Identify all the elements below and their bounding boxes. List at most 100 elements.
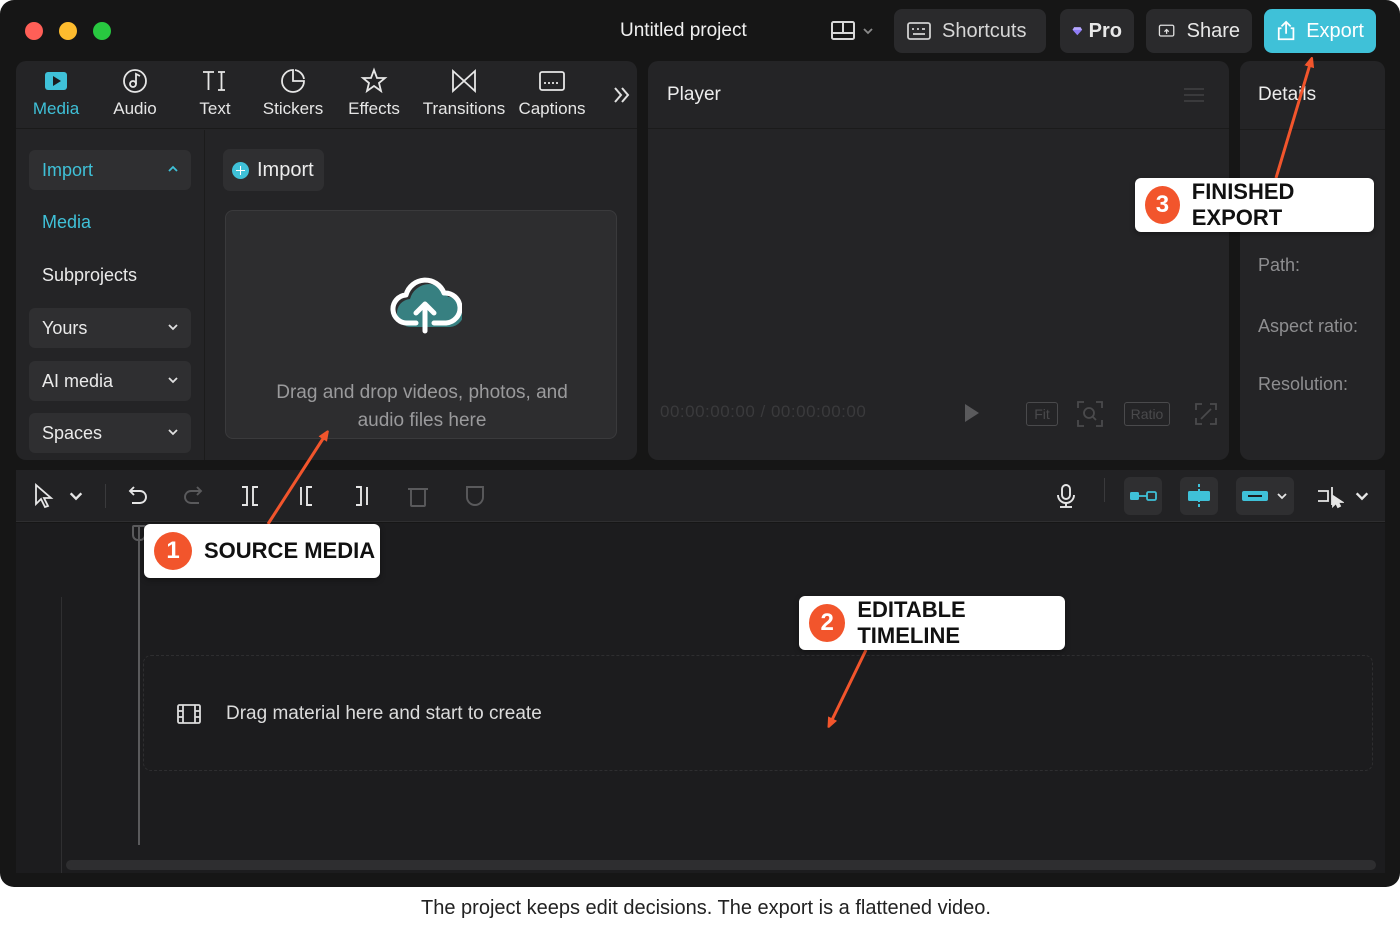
chevron-down-icon: [168, 324, 178, 331]
linkage-button[interactable]: [1236, 477, 1294, 515]
main-track-dropzone[interactable]: Drag material here and start to create: [143, 655, 1373, 771]
ratio-button[interactable]: Ratio: [1124, 402, 1170, 426]
fullscreen-icon[interactable]: [1194, 402, 1218, 426]
plus-circle-icon: [232, 161, 249, 179]
player-title: Player: [667, 84, 721, 105]
sidebar-item-label: Spaces: [42, 422, 103, 443]
sidebar-item-spaces[interactable]: Spaces: [29, 413, 191, 453]
trim-right-icon[interactable]: [348, 482, 376, 510]
cursor-icon[interactable]: [30, 482, 58, 510]
tab-effects[interactable]: Effects: [344, 67, 404, 127]
player-header: Player: [648, 61, 1229, 129]
delete-icon[interactable]: [404, 482, 432, 510]
app-window: Untitled project Shortcuts Pro Share Exp…: [0, 0, 1400, 887]
tab-captions-label: Captions: [518, 99, 586, 118]
shortcuts-button[interactable]: Shortcuts: [894, 9, 1046, 53]
details-resolution-label: Resolution:: [1258, 374, 1349, 394]
tab-media-label: Media: [32, 99, 80, 118]
zoom-frame-icon[interactable]: [1076, 400, 1104, 428]
layout-icon: [831, 21, 855, 40]
microphone-icon[interactable]: [1052, 482, 1080, 510]
undo-icon[interactable]: [123, 482, 151, 510]
sidebar-item-import[interactable]: Import: [29, 150, 191, 190]
media-dropzone[interactable]: Drag and drop videos, photos, and audio …: [225, 210, 617, 439]
tab-stickers[interactable]: Stickers: [260, 67, 326, 127]
timeline-scrollbar[interactable]: [66, 860, 1376, 870]
share-button[interactable]: Share: [1146, 9, 1252, 53]
title-bar: Untitled project Shortcuts Pro Share Exp…: [0, 0, 1400, 62]
callout-number: 2: [809, 604, 846, 642]
tab-effects-label: Effects: [348, 99, 400, 118]
tab-transitions[interactable]: Transitions: [418, 67, 510, 127]
main-track-magnet-button[interactable]: [1124, 477, 1162, 515]
chevron-down-icon[interactable]: [1354, 488, 1370, 504]
stickers-icon: [281, 69, 305, 93]
chevron-down-icon: [863, 28, 873, 35]
preview-axis-icon[interactable]: [1316, 482, 1344, 510]
minimize-window-button[interactable]: [59, 22, 77, 40]
layout-menu-button[interactable]: [830, 16, 884, 46]
redo-icon[interactable]: [180, 482, 208, 510]
divider: [1104, 478, 1105, 502]
keyboard-icon: [907, 22, 931, 40]
player-timecode: 00:00:00:00 / 00:00:00:00: [660, 402, 867, 421]
captions-icon: [539, 71, 565, 91]
tab-audio[interactable]: Audio: [110, 67, 160, 127]
maximize-window-button[interactable]: [93, 22, 111, 40]
chevron-down-icon: [168, 377, 178, 384]
tab-stickers-label: Stickers: [262, 99, 324, 118]
callout-editable-timeline: 2 EDITABLE TIMELINE: [799, 596, 1065, 650]
media-panel: Media Audio Text Stickers Effects Transi…: [16, 61, 637, 460]
tab-audio-label: Audio: [113, 99, 157, 118]
chevron-down-icon[interactable]: [68, 488, 84, 504]
tab-text[interactable]: Text: [190, 67, 240, 127]
figure-caption: The project keeps edit decisions. The ex…: [421, 897, 991, 919]
details-aspect-label: Aspect ratio:: [1258, 316, 1359, 336]
callout-number: 3: [1145, 186, 1180, 224]
split-icon[interactable]: [236, 482, 264, 510]
close-window-button[interactable]: [25, 22, 43, 40]
tab-captions[interactable]: Captions: [516, 67, 588, 127]
import-button[interactable]: Import: [223, 149, 324, 191]
export-button[interactable]: Export: [1264, 9, 1376, 53]
tool-tabs: Media Audio Text Stickers Effects Transi…: [16, 61, 637, 129]
sidebar-item-label: AI media: [42, 370, 114, 391]
callout-number: 1: [154, 532, 192, 570]
play-icon[interactable]: [962, 401, 982, 425]
upload-icon: [1277, 20, 1295, 41]
share-screen-icon: [1158, 24, 1175, 37]
sidebar-item-subprojects[interactable]: Subprojects: [29, 255, 191, 295]
trim-left-icon[interactable]: [292, 482, 320, 510]
details-title: Details: [1258, 84, 1317, 105]
player-panel: Player 00:00:00:00 / 00:00:00:00 Fit Rat…: [648, 61, 1229, 460]
sidebar-item-ai-media[interactable]: AI media: [29, 361, 191, 401]
shortcuts-label: Shortcuts: [942, 19, 1027, 42]
pro-label: Pro: [1088, 19, 1122, 42]
tab-media[interactable]: Media: [31, 67, 81, 127]
magnet-link-icon: [1130, 491, 1157, 501]
more-tabs-icon[interactable]: [610, 83, 634, 107]
sidebar-item-label: Yours: [42, 317, 88, 338]
audio-icon: [123, 69, 147, 93]
diamond-icon: [1072, 27, 1083, 36]
divider: [105, 484, 106, 508]
shield-icon[interactable]: [461, 482, 489, 510]
timeline-empty-text: Drag material here and start to create: [226, 703, 542, 724]
import-button-label: Import: [257, 158, 314, 181]
sidebar-item-media[interactable]: Media: [29, 202, 191, 242]
project-title[interactable]: Untitled project: [620, 20, 747, 42]
sidebar-item-yours[interactable]: Yours: [29, 308, 191, 348]
sidebar-item-label: Import: [42, 159, 94, 180]
pro-button[interactable]: Pro: [1060, 9, 1134, 53]
details-path-label: Path:: [1258, 255, 1301, 275]
callout-label: FINISHED EXPORT: [1191, 179, 1295, 230]
transitions-icon: [452, 68, 476, 94]
fit-button[interactable]: Fit: [1026, 402, 1058, 426]
divider: [1240, 129, 1385, 130]
menu-icon[interactable]: [1183, 86, 1205, 104]
snap-button[interactable]: [1180, 477, 1218, 515]
tab-text-label: Text: [199, 99, 231, 118]
playhead[interactable]: [138, 527, 140, 845]
dropzone-text: Drag and drop videos, photos, and audio …: [276, 382, 568, 431]
tab-transitions-label: Transitions: [422, 99, 506, 118]
